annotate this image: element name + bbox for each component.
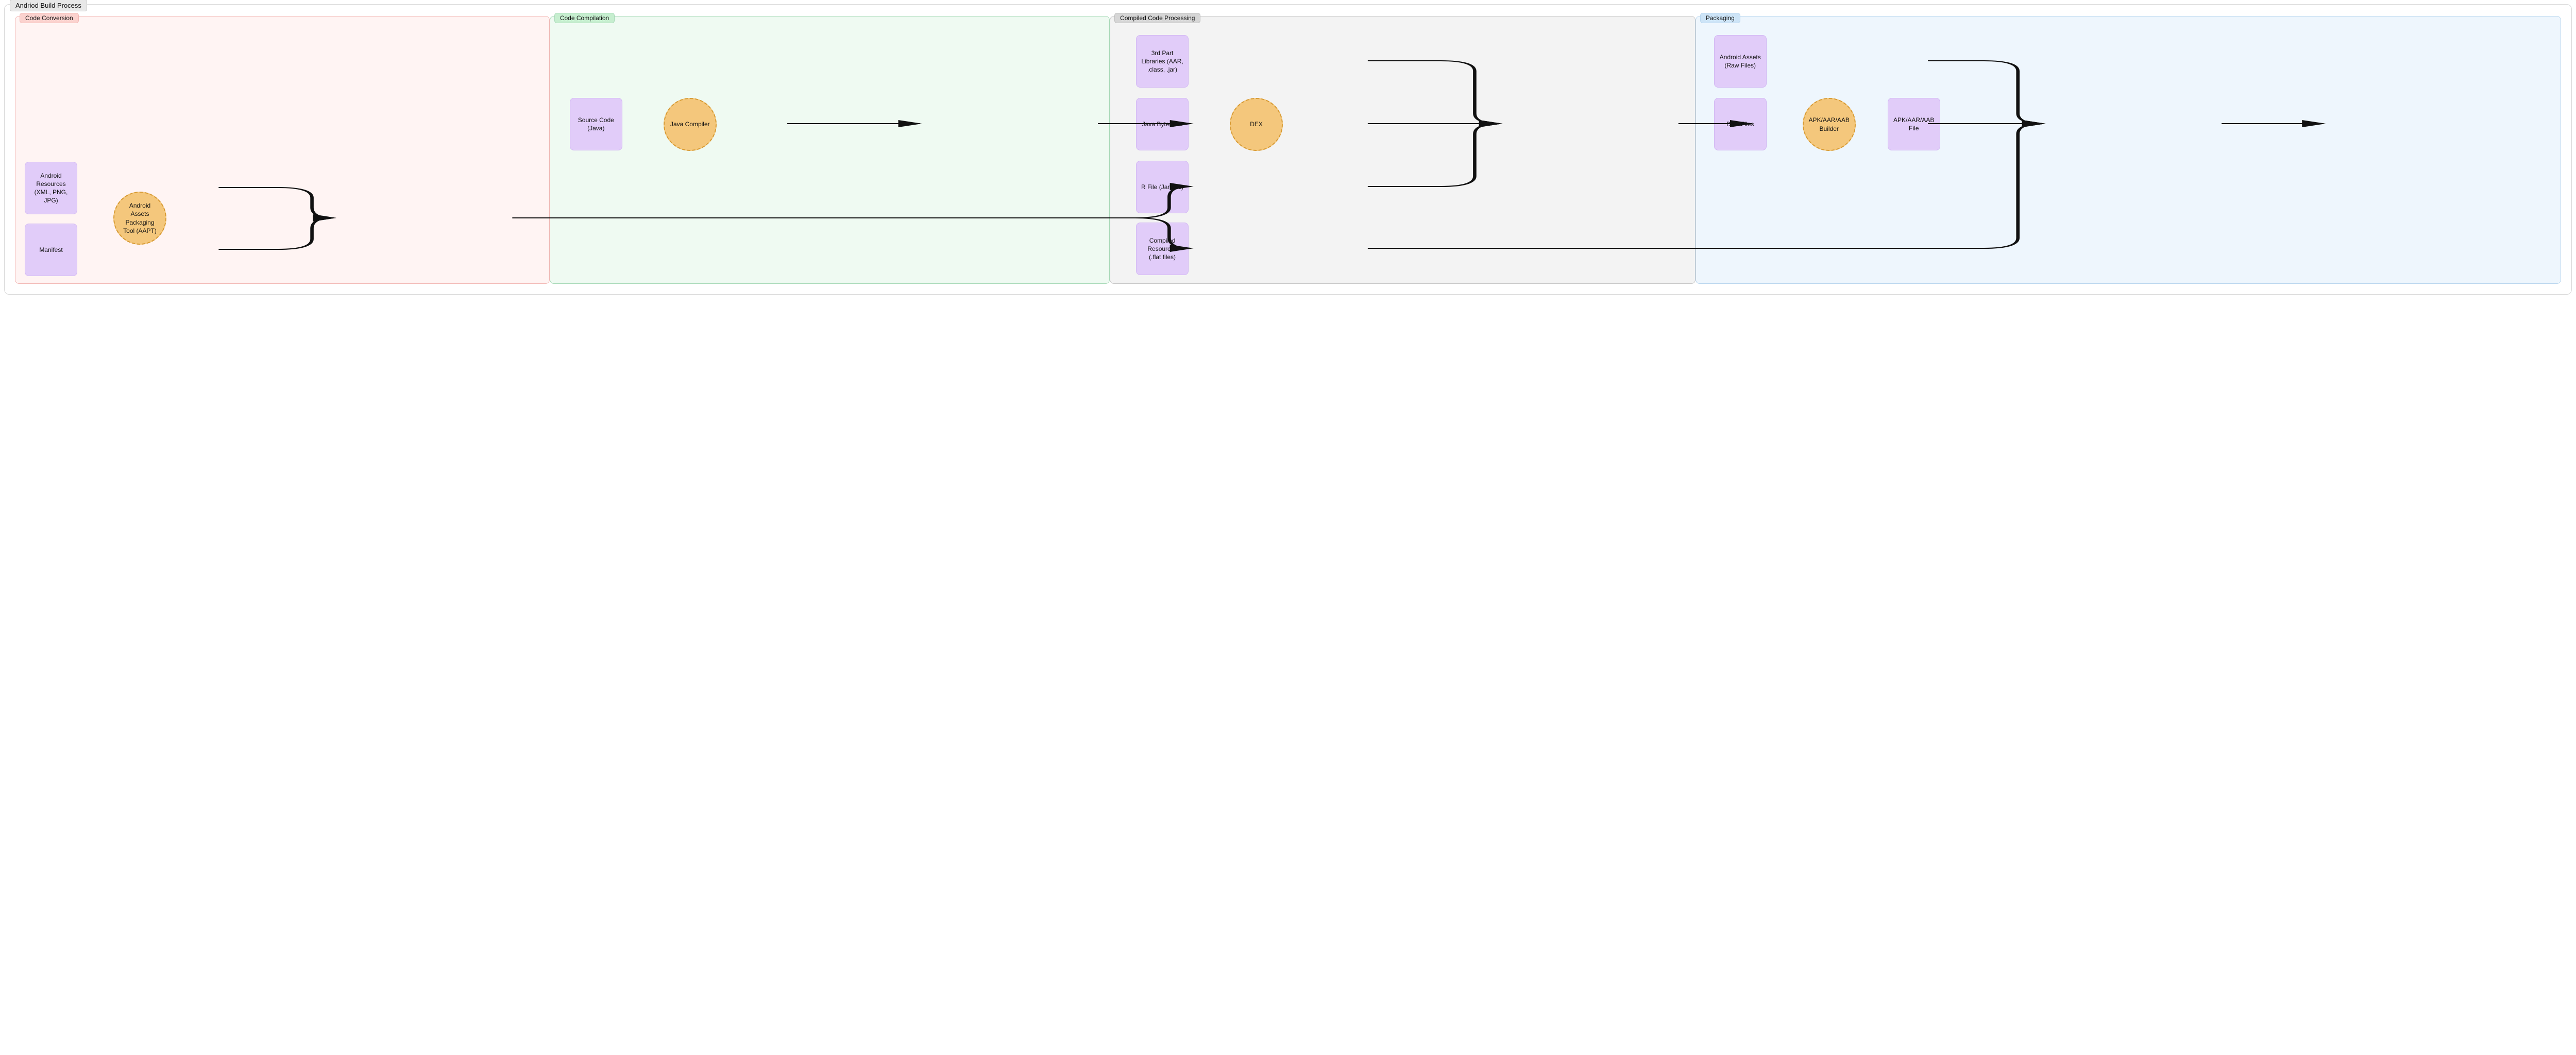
node-java-bytecode: Java Bytecode — [1136, 98, 1189, 150]
process-apk-builder: APK/AAR/AAB Builder — [1803, 98, 1856, 151]
lane-packaging: Packaging Android Assets (Raw Files) DEX… — [1696, 16, 2561, 284]
node-android-assets: Android Assets (Raw Files) — [1714, 35, 1767, 88]
process-java-compiler: Java Compiler — [664, 98, 717, 151]
node-3rd-party-libs: 3rd Part Libraries (AAR, .class, .jar) — [1136, 35, 1189, 88]
diagram-title: Andriod Build Process — [10, 0, 87, 11]
node-apk-file: APK/AAR/AAB File — [1888, 98, 1940, 150]
lane-code-compilation: Code Compilation Source Code (Java) Java… — [550, 16, 1110, 284]
lane-label-compilation: Code Compilation — [554, 13, 615, 23]
node-android-resources: Android Resources (XML, PNG, JPG) — [25, 162, 77, 214]
lane-label-conversion: Code Conversion — [20, 13, 79, 23]
node-r-file: R File (Jar File) — [1136, 161, 1189, 213]
node-manifest: Manifest — [25, 224, 77, 276]
node-source-code: Source Code (Java) — [570, 98, 622, 150]
lane-compiled-processing: Compiled Code Processing 3rd Part Librar… — [1110, 16, 1696, 284]
process-dex: DEX — [1230, 98, 1283, 151]
lane-label-compiled: Compiled Code Processing — [1114, 13, 1200, 23]
diagram-frame: Andriod Build Process Code Conversion An… — [4, 4, 2572, 295]
lane-label-packaging: Packaging — [1700, 13, 1740, 23]
lane-code-conversion: Code Conversion Android Resources (XML, … — [15, 16, 550, 284]
process-aapt: Android Assets Packaging Tool (AAPT) — [113, 192, 166, 245]
node-compiled-resources: Compiled Resources (.flat files) — [1136, 223, 1189, 275]
lanes-row: Code Conversion Android Resources (XML, … — [15, 16, 2561, 284]
node-dex-files: DEX Files — [1714, 98, 1767, 150]
